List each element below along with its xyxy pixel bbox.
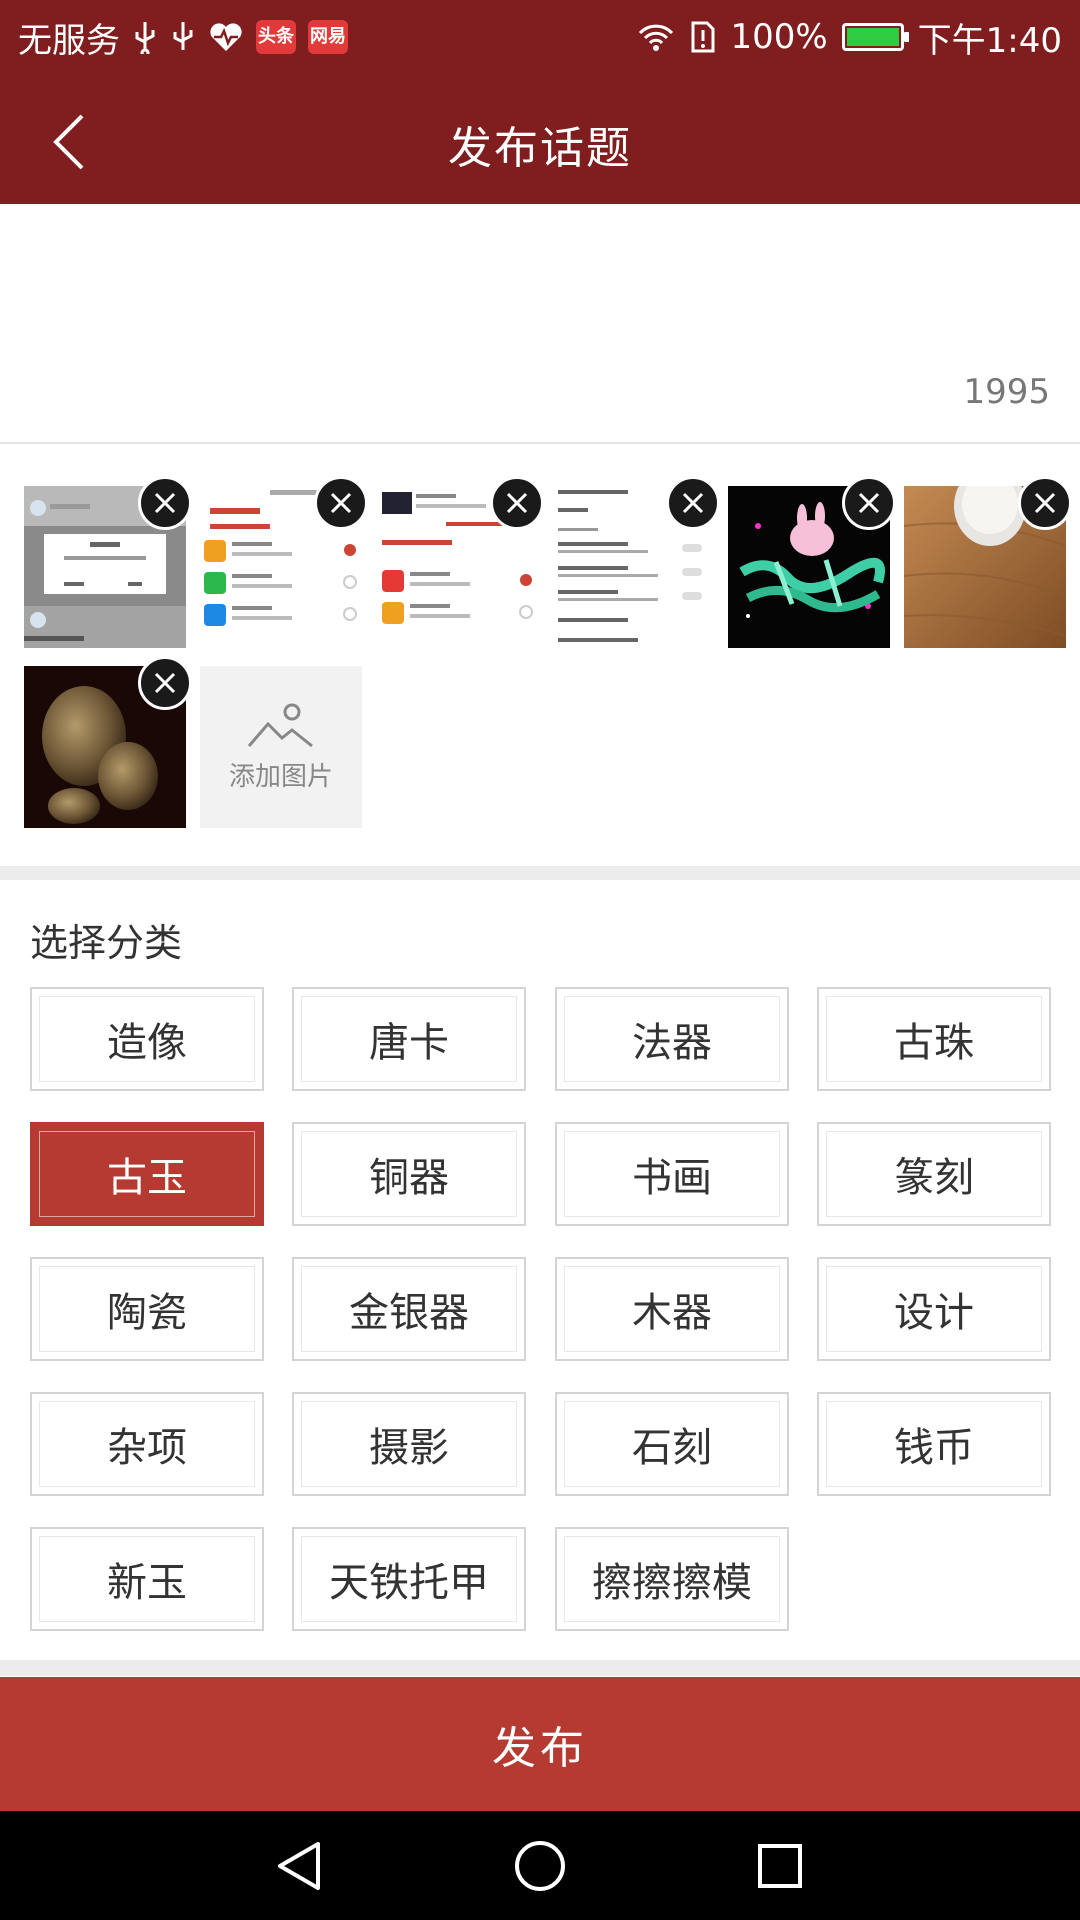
category-item[interactable]: 设计: [817, 1257, 1051, 1361]
system-nav-bar: [0, 1811, 1080, 1920]
category-label: 木器: [632, 1290, 712, 1336]
netease-app-badge: 网易: [308, 20, 348, 54]
category-item[interactable]: 钱币: [817, 1392, 1051, 1496]
category-item[interactable]: 铜器: [292, 1122, 526, 1226]
category-item[interactable]: 天铁托甲: [292, 1527, 526, 1631]
image-mountain-icon: [247, 703, 313, 747]
usb-icon: [170, 20, 196, 54]
category-item[interactable]: 擦擦擦模: [555, 1527, 789, 1631]
clock-text: 下午1:40: [917, 20, 1062, 61]
category-label: 杂项: [107, 1425, 187, 1471]
close-icon: [506, 492, 528, 514]
category-label: 新玉: [107, 1560, 187, 1606]
category-label: 法器: [632, 1020, 712, 1066]
category-grid: 造像 唐卡 法器 古珠 古玉 铜器 书画 篆刻 陶瓷 金银器 木器 设计 杂项 …: [30, 987, 1051, 1635]
publish-button[interactable]: 发布: [0, 1677, 1080, 1811]
nav-back-button[interactable]: [265, 1831, 335, 1901]
close-icon: [154, 672, 176, 694]
nav-home-button[interactable]: [505, 1831, 575, 1901]
remove-image-button[interactable]: [666, 476, 720, 530]
nav-recents-button[interactable]: [745, 1831, 815, 1901]
category-label: 书画: [632, 1155, 712, 1201]
category-label: 摄影: [369, 1425, 449, 1471]
battery-percent: 100%: [730, 17, 828, 57]
recents-square-icon: [758, 1844, 802, 1888]
category-label: 铜器: [369, 1155, 449, 1201]
usb-icon: [132, 20, 158, 54]
remove-image-button[interactable]: [138, 656, 192, 710]
char-count: 1995: [963, 372, 1050, 412]
remove-image-button[interactable]: [842, 476, 896, 530]
category-label: 天铁托甲: [329, 1560, 489, 1606]
category-label: 唐卡: [369, 1020, 449, 1066]
category-item[interactable]: 木器: [555, 1257, 789, 1361]
close-icon: [330, 492, 352, 514]
category-section-title: 选择分类: [30, 921, 183, 965]
category-label: 古珠: [894, 1020, 974, 1066]
add-image-label: 添加图片: [228, 761, 333, 792]
category-item[interactable]: 书画: [555, 1122, 789, 1226]
category-item[interactable]: 摄影: [292, 1392, 526, 1496]
category-label: 造像: [107, 1020, 187, 1066]
close-icon: [858, 492, 880, 514]
category-label: 擦擦擦模: [592, 1560, 752, 1606]
remove-image-button[interactable]: [138, 476, 192, 530]
category-label: 钱币: [894, 1425, 974, 1471]
topic-text-input[interactable]: 1995: [0, 204, 1080, 444]
category-item[interactable]: 金银器: [292, 1257, 526, 1361]
close-icon: [154, 492, 176, 514]
close-icon: [682, 492, 704, 514]
back-triangle-icon: [278, 1842, 320, 1890]
close-icon: [1034, 492, 1056, 514]
category-label: 陶瓷: [107, 1290, 187, 1336]
remove-image-button[interactable]: [1018, 476, 1072, 530]
carrier-text: 无服务: [18, 20, 120, 61]
category-item[interactable]: 造像: [30, 987, 264, 1091]
category-item[interactable]: 篆刻: [817, 1122, 1051, 1226]
category-label: 篆刻: [894, 1155, 974, 1201]
category-label: 石刻: [632, 1425, 712, 1471]
status-bar: 无服务 头条 网易 100% 下午1:40: [0, 0, 1080, 74]
toutiao-app-badge: 头条: [256, 20, 296, 54]
category-item[interactable]: 石刻: [555, 1392, 789, 1496]
battery-icon: [841, 23, 909, 51]
home-circle-icon: [515, 1841, 565, 1891]
category-item[interactable]: 杂项: [30, 1392, 264, 1496]
battery-level-fill: [846, 28, 899, 46]
category-item[interactable]: 法器: [555, 987, 789, 1091]
category-item[interactable]: 唐卡: [292, 987, 526, 1091]
sim-alert-icon: [690, 20, 716, 54]
add-image-button[interactable]: 添加图片: [200, 666, 362, 828]
health-icon: [208, 21, 244, 53]
wifi-icon: [636, 21, 676, 53]
app-header: 发布话题: [0, 74, 1080, 204]
section-divider: [0, 1660, 1080, 1676]
category-item[interactable]: 陶瓷: [30, 1257, 264, 1361]
remove-image-button[interactable]: [314, 476, 368, 530]
category-label: 金银器: [349, 1290, 469, 1336]
category-label: 设计: [894, 1290, 974, 1336]
category-item[interactable]: 古珠: [817, 987, 1051, 1091]
section-divider: [0, 866, 1080, 880]
category-item[interactable]: 新玉: [30, 1527, 264, 1631]
category-label: 古玉: [107, 1155, 187, 1201]
category-item-selected[interactable]: 古玉: [30, 1122, 264, 1226]
remove-image-button[interactable]: [490, 476, 544, 530]
page-title: 发布话题: [448, 123, 632, 174]
